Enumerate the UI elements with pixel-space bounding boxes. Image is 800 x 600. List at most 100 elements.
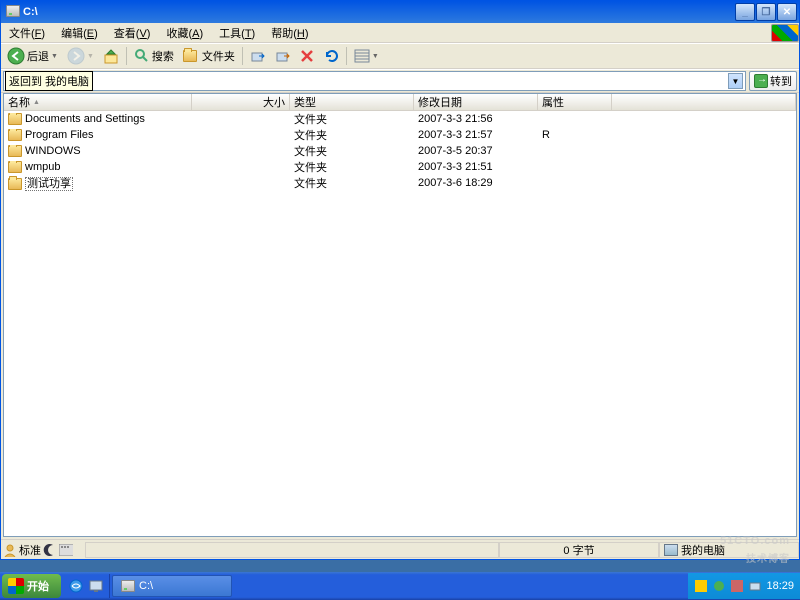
keyboard-icon[interactable] [59, 543, 73, 557]
file-modified: 2007-3-3 21:56 [414, 113, 538, 125]
status-label: 标准 [19, 542, 41, 558]
window-title: C:\ [23, 6, 735, 18]
title-bar[interactable]: C:\ _ ❐ ✕ [1, 1, 799, 23]
separator-icon [126, 47, 127, 65]
file-rows[interactable]: Documents and Settings文件夹2007-3-3 21:56P… [4, 111, 796, 536]
tray-icon-4[interactable] [748, 579, 762, 593]
taskbar: 开始 C:\ 18:29 [0, 572, 800, 600]
search-icon [134, 48, 150, 64]
undo-button[interactable] [319, 45, 343, 67]
file-modified: 2007-3-5 20:37 [414, 145, 538, 157]
maximize-button[interactable]: ❐ [756, 3, 776, 21]
menu-file[interactable]: 文件(F) [1, 23, 53, 43]
file-type: 文件夹 [290, 159, 414, 175]
column-modified[interactable]: 修改日期 [414, 94, 538, 110]
folders-button[interactable]: 文件夹 [179, 45, 239, 67]
up-button[interactable] [99, 45, 123, 67]
file-type: 文件夹 [290, 143, 414, 159]
separator-icon [242, 47, 243, 65]
views-button[interactable]: ▼ [350, 45, 383, 67]
address-dropdown-button[interactable]: ▼ [728, 73, 743, 89]
back-icon [7, 47, 25, 65]
folder-icon [8, 145, 22, 157]
file-name: Program Files [25, 129, 93, 141]
back-tooltip: 返回到 我的电脑 [5, 71, 93, 91]
column-type[interactable]: 类型 [290, 94, 414, 110]
column-filler [612, 94, 796, 110]
column-size[interactable]: 大小 [192, 94, 290, 110]
clock[interactable]: 18:29 [766, 580, 794, 592]
folder-icon [8, 113, 22, 125]
tray-icon-1[interactable] [694, 579, 708, 593]
go-icon [754, 74, 768, 88]
drive-icon [121, 580, 135, 592]
tray-icon-2[interactable] [712, 579, 726, 593]
dropdown-icon: ▼ [372, 53, 379, 60]
delete-button[interactable] [296, 45, 318, 67]
file-type: 文件夹 [290, 175, 414, 191]
file-list-view: 名称▲ 大小 类型 修改日期 属性 Documents and Settings… [3, 93, 797, 537]
file-modified: 2007-3-3 21:51 [414, 161, 538, 173]
file-row[interactable]: Program Files文件夹2007-3-3 21:57R [4, 127, 796, 143]
file-row[interactable]: Documents and Settings 文件夹2007-3-3 21:56 [4, 111, 796, 127]
file-type: 文件夹 [290, 127, 414, 143]
minimize-button[interactable]: _ [735, 3, 755, 21]
close-button[interactable]: ✕ [777, 3, 797, 21]
file-name: 测试功享 [25, 177, 73, 191]
menu-favorites[interactable]: 收藏(A) [158, 23, 211, 43]
copy-to-button[interactable] [271, 45, 295, 67]
user-icon[interactable] [3, 543, 17, 557]
menu-bar: 文件(F) 编辑(E) 查看(V) 收藏(A) 工具(T) 帮助(H) [1, 23, 799, 43]
address-combo[interactable]: ▼ [3, 71, 746, 91]
views-icon [354, 49, 370, 63]
folder-icon [8, 178, 22, 190]
up-icon [103, 48, 119, 64]
moon-icon[interactable] [43, 543, 57, 557]
back-button[interactable]: 后退 ▼ [3, 45, 62, 67]
go-button[interactable]: 转到 [749, 71, 797, 91]
windows-logo-icon [8, 578, 24, 594]
dropdown-icon: ▼ [87, 53, 94, 60]
address-bar: ▼ 转到 [1, 69, 799, 93]
start-button[interactable]: 开始 [2, 574, 61, 598]
system-tray: 18:29 [688, 573, 800, 599]
separator-icon [346, 47, 347, 65]
desktop-icon[interactable] [87, 577, 105, 595]
column-headers: 名称▲ 大小 类型 修改日期 属性 [4, 94, 796, 111]
menu-edit[interactable]: 编辑(E) [53, 23, 106, 43]
file-row[interactable]: wmpub文件夹2007-3-3 21:51 [4, 159, 796, 175]
sort-arrow-icon: ▲ [33, 99, 40, 106]
address-input[interactable] [22, 75, 726, 87]
move-to-button[interactable] [246, 45, 270, 67]
toolbar: 后退 ▼ ▼ 搜索 文件夹 ▼ [1, 43, 799, 69]
forward-button[interactable]: ▼ [63, 45, 98, 67]
forward-icon [67, 47, 85, 65]
folder-icon [8, 129, 22, 141]
delete-icon [300, 49, 314, 63]
menu-help[interactable]: 帮助(H) [263, 23, 316, 43]
file-row[interactable]: WINDOWS文件夹2007-3-5 20:37 [4, 143, 796, 159]
status-panel-main [85, 542, 499, 558]
status-panel-bytes: 0 字节 [499, 542, 659, 558]
file-modified: 2007-3-3 21:57 [414, 129, 538, 141]
folder-icon [8, 161, 22, 173]
explorer-window: C:\ _ ❐ ✕ 文件(F) 编辑(E) 查看(V) 收藏(A) 工具(T) … [0, 0, 800, 560]
status-panel-location: 我的电脑 [659, 542, 799, 558]
menu-view[interactable]: 查看(V) [106, 23, 159, 43]
menu-tools[interactable]: 工具(T) [211, 23, 263, 43]
folder-icon [183, 50, 197, 62]
move-icon [250, 48, 266, 64]
windows-flag-icon [771, 24, 799, 42]
search-button[interactable]: 搜索 [130, 45, 178, 67]
column-attributes[interactable]: 属性 [538, 94, 612, 110]
ie-icon[interactable] [67, 577, 85, 595]
file-type: 文件夹 [290, 111, 414, 127]
computer-icon [664, 544, 678, 556]
tray-icon-3[interactable] [730, 579, 744, 593]
dropdown-icon: ▼ [51, 53, 58, 60]
task-button-explorer[interactable]: C:\ [112, 575, 232, 597]
drive-icon [6, 5, 20, 19]
column-name[interactable]: 名称▲ [4, 94, 192, 110]
file-name: Documents and Settings [25, 113, 145, 125]
file-row[interactable]: 测试功享文件夹2007-3-6 18:29 [4, 175, 796, 191]
